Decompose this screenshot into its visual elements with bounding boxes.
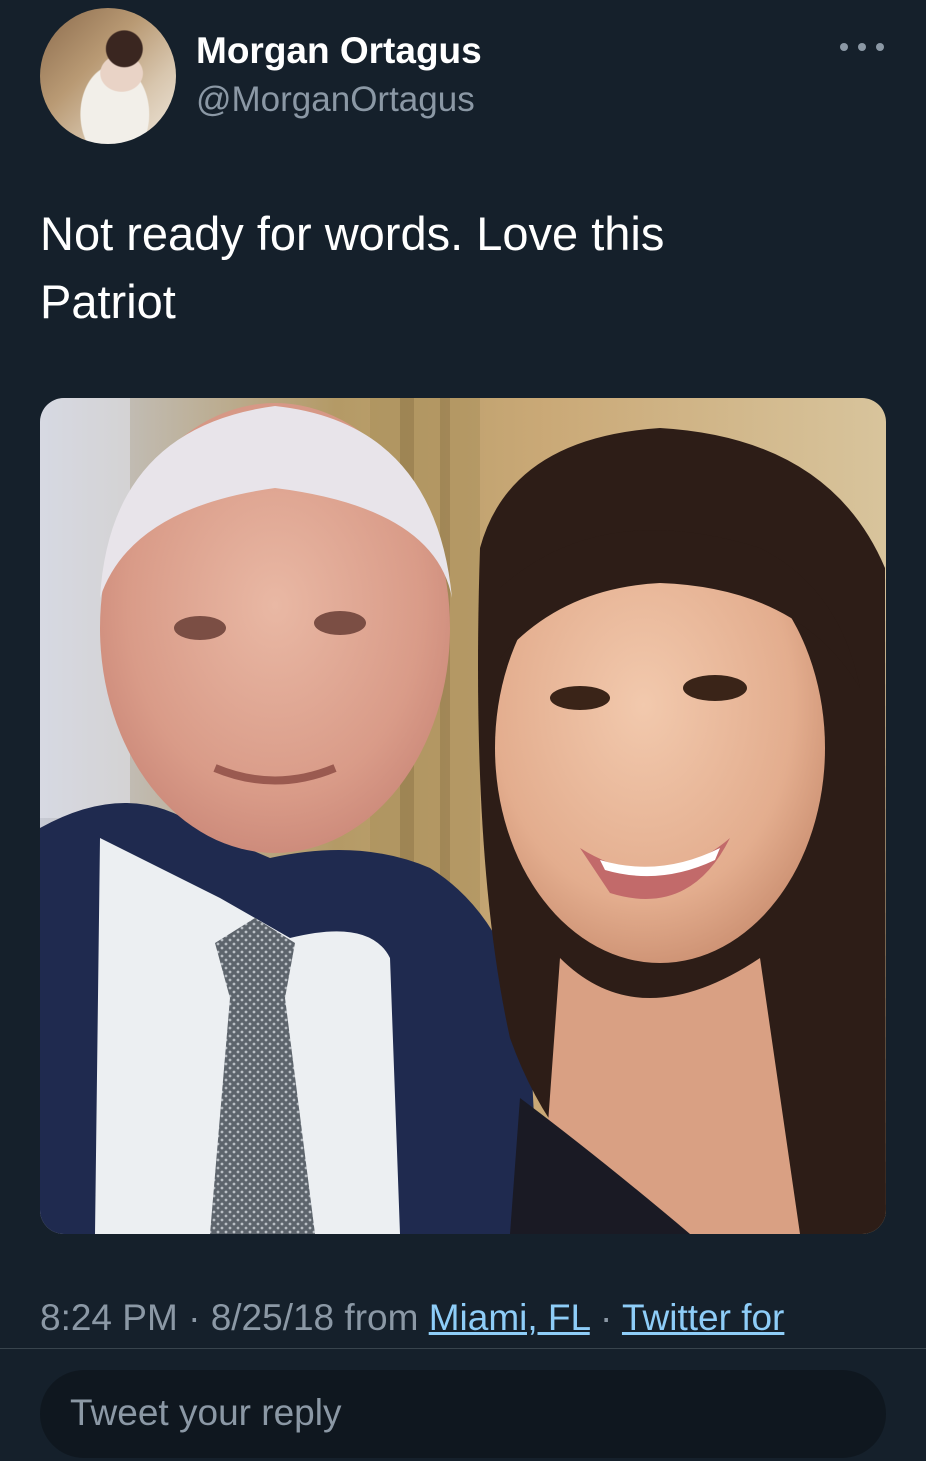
more-horizontal-icon[interactable] [834,32,890,62]
meta-separator: · [589,1297,622,1338]
reply-placeholder: Tweet your reply [70,1392,342,1433]
source-link[interactable]: Twitter for [622,1297,784,1338]
author-handle[interactable]: @MorganOrtagus [196,80,475,120]
tweet-text: Not ready for words. Love this Patriot [40,200,886,336]
avatar[interactable] [40,8,176,144]
from-label: from [334,1297,429,1338]
tweet-photo[interactable] [40,398,886,1234]
tweet-date: 8/25/18 [210,1297,335,1338]
author-display-name[interactable]: Morgan Ortagus [196,30,482,72]
divider [0,1348,926,1349]
meta-separator: · [177,1297,211,1338]
tweet-time: 8:24 PM [40,1297,178,1338]
tweet-meta: 8:24 PM · 8/25/18 from Miami, FL · Twitt… [40,1297,784,1339]
tweet-text-line-2: Patriot [40,275,176,328]
reply-input[interactable]: Tweet your reply [40,1370,886,1458]
tweet-text-line-1: Not ready for words. Love this [40,207,665,260]
location-link[interactable]: Miami, FL [429,1297,590,1338]
